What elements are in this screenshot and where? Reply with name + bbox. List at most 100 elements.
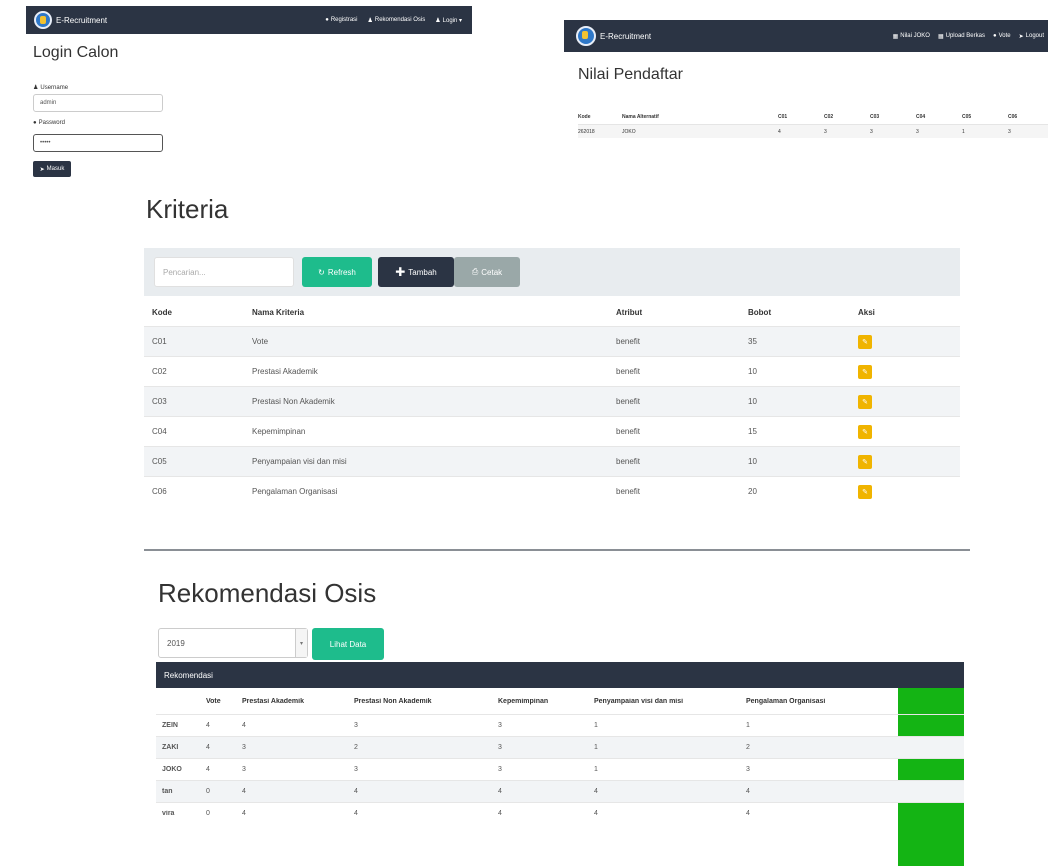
- brand-label[interactable]: E-Recruitment: [600, 32, 651, 41]
- cell-value: 3: [354, 766, 358, 773]
- cell-kode: C02: [152, 367, 167, 376]
- cell-value: 4: [594, 810, 598, 817]
- cell-atribut: benefit: [616, 487, 641, 496]
- cell-value: 0: [206, 810, 210, 817]
- cell-name: JOKO: [162, 766, 182, 773]
- edit-button[interactable]: ✎: [858, 454, 872, 469]
- edit-button[interactable]: ✎: [858, 364, 872, 379]
- edit-icon: ✎: [862, 398, 868, 406]
- cell-kode: C03: [152, 397, 167, 406]
- nilai-navbar: E-Recruitment ▦ Nilai JOKO ▦ Upload Berkas…: [564, 20, 1048, 52]
- cell-value: 4: [498, 810, 502, 817]
- header-aksi: Aksi: [858, 307, 875, 317]
- edit-button[interactable]: ✎: [858, 484, 872, 499]
- cell-name: vira: [162, 810, 175, 817]
- cell-value: 4: [242, 788, 246, 795]
- cell-kode: C05: [152, 457, 167, 466]
- edit-button[interactable]: ✎: [858, 424, 872, 439]
- nav-vote[interactable]: ● Vote: [993, 33, 1011, 39]
- cell-value: 4: [354, 788, 358, 795]
- cell: 3: [824, 128, 827, 135]
- cell-nama: Vote: [252, 337, 269, 346]
- cell-atribut: benefit: [616, 457, 641, 466]
- cell-aksi: ✎: [850, 424, 950, 439]
- header-cell: C04: [916, 114, 926, 120]
- cell-value: 3: [498, 722, 502, 729]
- header-cell: C02: [824, 114, 834, 120]
- header-cell: Prestasi Non Akademik: [354, 697, 432, 705]
- nav-nilai[interactable]: ▦ Nilai JOKO: [893, 33, 930, 40]
- logout-icon: ➤: [1018, 33, 1024, 40]
- nav-logout[interactable]: ➤ Logout: [1019, 33, 1044, 40]
- table-row: ZAKI 4 3 2 3 1 2: [156, 736, 964, 758]
- cell-nama: Penyampaian visi dan misi: [252, 457, 347, 466]
- cell-atribut: benefit: [616, 337, 641, 346]
- year-select-value: 2019: [167, 638, 185, 648]
- table-row: C06 Pengalaman Organisasi benefit 20 ✎: [144, 476, 960, 506]
- cell-nama: Prestasi Akademik: [252, 367, 318, 376]
- cell-value: 4: [206, 722, 210, 729]
- masuk-button[interactable]: ➤ Masuk: [33, 161, 71, 177]
- lihat-data-button[interactable]: Lihat Data: [312, 628, 384, 660]
- tut-wuri-logo-icon: [34, 11, 52, 29]
- nav-rekomendasi[interactable]: ♟ Rekomendasi Osis: [368, 17, 426, 24]
- nav-login-dropdown[interactable]: ♟ Login ▾: [435, 17, 462, 24]
- year-select[interactable]: 2019 ▾: [158, 628, 308, 658]
- plus-icon: ✚: [395, 265, 406, 279]
- cell-value: 3: [498, 766, 502, 773]
- cell-name: ZAKI: [162, 744, 179, 751]
- table-header-row: Kode Nama Alternatif C01 C02 C03 C04 C05…: [578, 110, 1048, 124]
- username-input[interactable]: admin: [33, 94, 163, 112]
- table-row: JOKO 4 3 3 3 1 3: [156, 758, 964, 780]
- cell-value: 3: [746, 766, 750, 773]
- search-input[interactable]: Pencarian...: [154, 257, 294, 287]
- nav-registrasi[interactable]: ● Registrasi: [325, 17, 357, 23]
- cell-aksi: ✎: [850, 334, 950, 349]
- table-header-row: Vote Prestasi Akademik Prestasi Non Akad…: [156, 688, 964, 714]
- brand-label[interactable]: E-Recruitment: [56, 16, 107, 25]
- users-icon: ♟: [367, 17, 373, 24]
- edit-button[interactable]: ✎: [858, 394, 872, 409]
- tambah-button[interactable]: ✚ Tambah: [378, 257, 454, 287]
- refresh-icon: ↻: [318, 267, 325, 277]
- password-input[interactable]: •••••: [33, 134, 163, 152]
- edit-icon: ✎: [862, 488, 868, 496]
- check-circle-icon: ●: [992, 33, 997, 39]
- nav-upload[interactable]: ▦ Upload Berkas: [938, 33, 985, 40]
- cell-value: 4: [746, 810, 750, 817]
- cell-aksi: ✎: [850, 394, 950, 409]
- plus-circle-icon: ●: [325, 17, 329, 23]
- cell-value: 3: [242, 744, 246, 751]
- nav-nilai-label: Nilai JOKO: [900, 33, 930, 39]
- cell-bobot: 10: [748, 457, 757, 466]
- kriteria-title: Kriteria: [146, 194, 229, 224]
- cell: 3: [1008, 128, 1011, 135]
- cell-value: 2: [354, 744, 358, 751]
- refresh-button[interactable]: ↻ Refresh: [302, 257, 372, 287]
- cell-value: 4: [206, 744, 210, 751]
- header-cell: Kode: [578, 114, 591, 120]
- table-row: vira 0 4 4 4 4 4: [156, 802, 964, 824]
- cell-value: 4: [354, 810, 358, 817]
- cell-aksi: ✎: [850, 484, 950, 499]
- print-icon: ⎙: [471, 267, 479, 276]
- table-row: C05 Penyampaian visi dan misi benefit 10 ✎: [144, 446, 960, 476]
- tambah-label: Tambah: [408, 267, 437, 277]
- nav-vote-label: Vote: [998, 33, 1011, 39]
- cell-bobot: 15: [748, 427, 757, 436]
- password-label: ● Password: [33, 120, 65, 126]
- table-icon: ▦: [892, 33, 899, 40]
- header-cell: Pengalaman Organisasi: [746, 697, 826, 705]
- login-icon: ➤: [39, 166, 45, 173]
- nav-rekomendasi-label: Rekomendasi Osis: [374, 17, 426, 23]
- user-icon: ♟: [33, 85, 39, 91]
- cetak-button[interactable]: ⎙ Cetak: [454, 257, 520, 287]
- header-cell: C06: [1008, 114, 1018, 120]
- edit-icon: ✎: [862, 338, 868, 346]
- nav-logout-label: Logout: [1025, 33, 1044, 39]
- edit-button[interactable]: ✎: [858, 334, 872, 349]
- kriteria-table: Kode Nama Kriteria Atribut Bobot Aksi C0…: [144, 298, 960, 506]
- table-row: C04 Kepemimpinan benefit 15 ✎: [144, 416, 960, 446]
- cell-value: 3: [354, 722, 358, 729]
- cell-value: 1: [594, 722, 598, 729]
